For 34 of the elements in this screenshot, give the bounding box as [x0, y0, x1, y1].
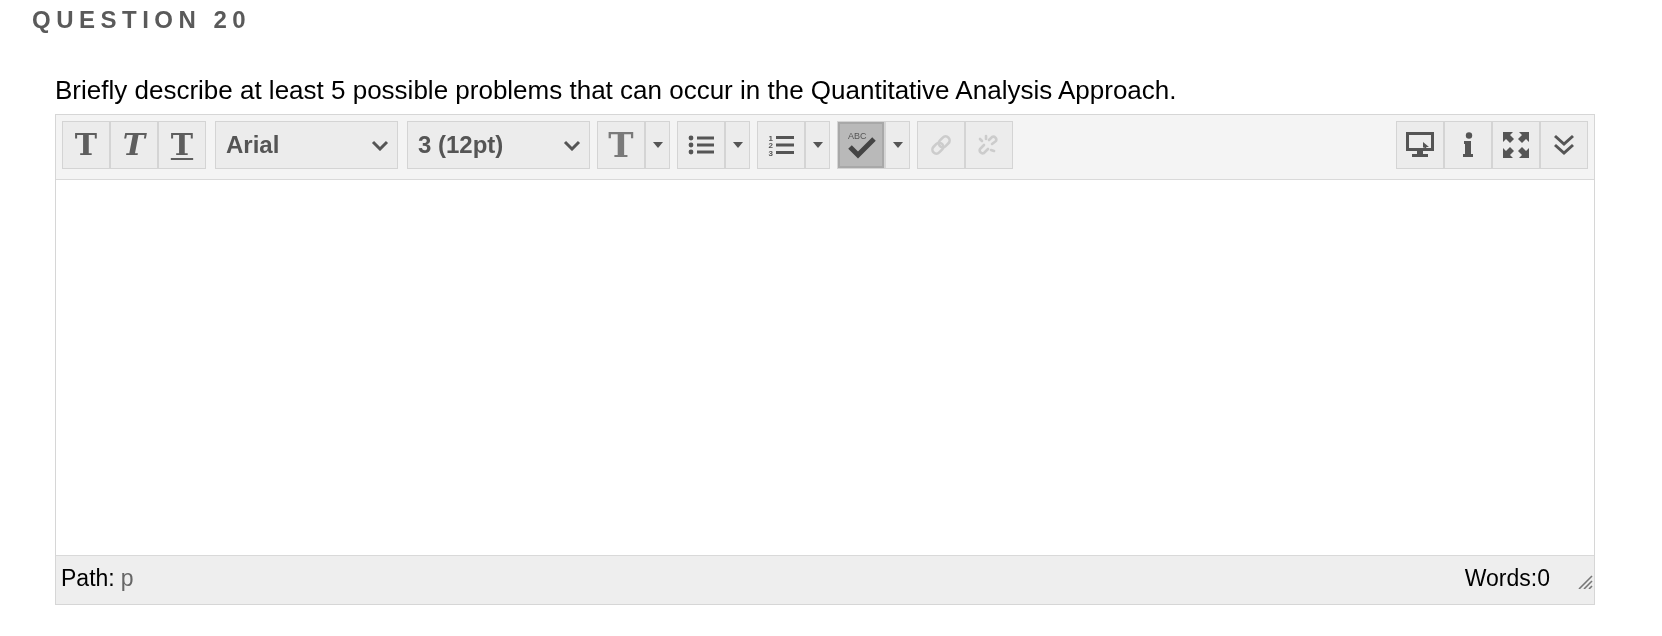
underline-button[interactable]: T: [158, 121, 206, 169]
caret-icon: [812, 142, 823, 148]
font-size-select[interactable]: 3 (12pt): [407, 121, 590, 169]
font-family-select[interactable]: Arial: [215, 121, 398, 169]
path-element-link[interactable]: p: [120, 564, 134, 592]
bold-button[interactable]: T: [62, 121, 110, 169]
text-color-button[interactable]: T: [597, 121, 645, 169]
fullscreen-button[interactable]: [1492, 121, 1540, 169]
italic-button[interactable]: T: [110, 121, 158, 169]
dropdown-arrow-button[interactable]: [725, 121, 750, 169]
spellcheck-button[interactable]: ABC: [837, 121, 885, 169]
caret-icon: [732, 142, 743, 148]
question-title: QUESTION 20: [32, 6, 252, 34]
more-button[interactable]: [1540, 121, 1588, 169]
dropdown-arrow-button[interactable]: [805, 121, 830, 169]
path-label: Path:: [61, 564, 115, 592]
monitor-icon: [1406, 132, 1434, 158]
dropdown-arrow-button[interactable]: [885, 121, 910, 169]
word-count: Words:0: [1464, 564, 1550, 592]
info-button[interactable]: [1444, 121, 1492, 169]
caret-icon: [892, 142, 903, 148]
preview-button[interactable]: [1396, 121, 1444, 169]
fullscreen-icon: [1503, 132, 1529, 158]
question-prompt: Briefly describe at least 5 possible problems that can occur in the Quantitative Analysis Approach.: [55, 75, 1177, 105]
bullet-list-icon: [688, 134, 714, 156]
dropdown-arrow-button[interactable]: [645, 121, 670, 169]
caret-icon: [652, 142, 663, 148]
chevron-down-icon: [563, 139, 581, 151]
bullet-list-button[interactable]: [677, 121, 725, 169]
numbered-list-button[interactable]: 1 2 3: [757, 121, 805, 169]
chain-link-icon: [929, 133, 953, 157]
chevron-down-icon: [371, 139, 389, 151]
double-chevron-down-icon: [1553, 134, 1575, 156]
info-icon: [1462, 132, 1474, 158]
